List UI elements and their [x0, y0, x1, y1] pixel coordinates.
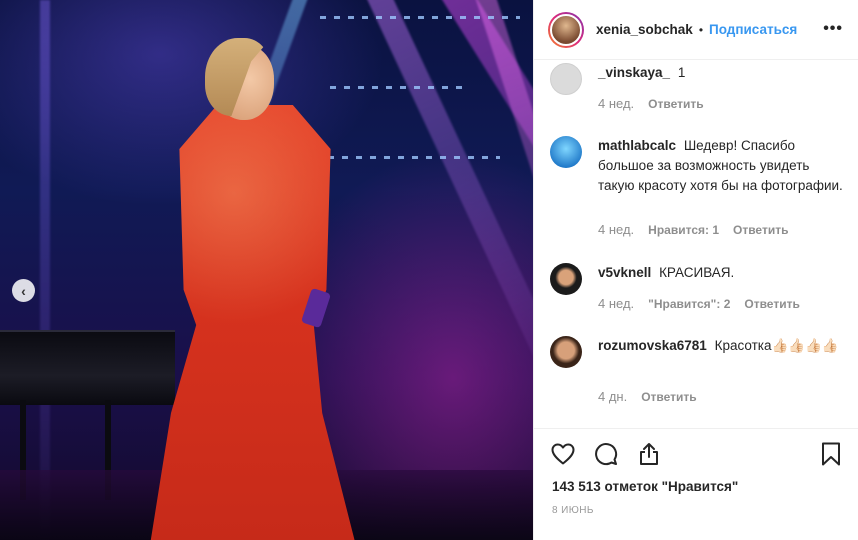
follow-button[interactable]: Подписаться: [709, 22, 797, 37]
comment-text: 1: [677, 65, 686, 80]
comment-text-block: v5vknell КРАСИВАЯ.: [598, 263, 848, 283]
comment-likes-count[interactable]: "Нравится": 2: [648, 297, 730, 311]
bookmark-icon[interactable]: [818, 441, 844, 467]
post-side-panel: xenia_sobchak • Подписаться ••• _vinskay…: [533, 0, 858, 540]
carousel-prev-button[interactable]: ‹: [12, 279, 35, 302]
author-avatar-image: [550, 13, 582, 46]
comment-username[interactable]: _vinskaya_: [598, 65, 670, 80]
stage-lights-row: [330, 86, 470, 89]
comment-username[interactable]: mathlabcalc: [598, 138, 676, 153]
stage-light-beam: [40, 0, 50, 540]
post-photo[interactable]: ‹: [0, 0, 533, 540]
commenter-avatar[interactable]: [550, 336, 582, 368]
post-date[interactable]: 8 ИЮНЬ: [552, 505, 594, 516]
comment-text: КРАСИВАЯ.: [659, 265, 735, 280]
comments-list[interactable]: _vinskaya_ 1 4 нед. Ответить mathlabcalc…: [534, 60, 858, 428]
more-options-icon[interactable]: •••: [823, 20, 843, 38]
comment-bubble-icon[interactable]: [593, 441, 619, 467]
author-avatar[interactable]: [548, 11, 584, 48]
post-actions: 143 513 отметок "Нравится" 8 ИЮНЬ: [534, 428, 858, 540]
post-header: xenia_sobchak • Подписаться •••: [534, 0, 858, 60]
comment-meta: 4 дн. Ответить: [598, 389, 697, 404]
piano: [0, 330, 175, 405]
share-icon[interactable]: [636, 441, 662, 467]
like-heart-icon[interactable]: [550, 441, 576, 467]
comment-meta: 4 нед. "Нравится": 2 Ответить: [598, 296, 800, 311]
stage-lights-row: [320, 16, 520, 19]
comment-meta: 4 нед. Нравится: 1 Ответить: [598, 222, 788, 237]
reply-button[interactable]: Ответить: [744, 297, 799, 311]
comment-time[interactable]: 4 нед.: [598, 222, 634, 237]
chevron-left-icon: ‹: [21, 282, 26, 299]
reply-button[interactable]: Ответить: [733, 223, 788, 237]
comment-username[interactable]: rozumovska6781: [598, 338, 707, 353]
comment-text-block: _vinskaya_ 1: [598, 63, 848, 83]
comment-time[interactable]: 4 нед.: [598, 296, 634, 311]
commenter-avatar[interactable]: [550, 136, 582, 168]
comment-time[interactable]: 4 дн.: [598, 389, 627, 404]
author-username[interactable]: xenia_sobchak: [596, 22, 693, 37]
likes-count[interactable]: 143 513 отметок "Нравится": [552, 479, 738, 494]
comment-likes-count[interactable]: Нравится: 1: [648, 223, 719, 237]
commenter-avatar[interactable]: [550, 63, 582, 95]
comment-text-block: rozumovska6781 Красотка👍🏻👍🏻👍🏻👍🏻: [598, 336, 848, 356]
reply-button[interactable]: Ответить: [648, 97, 703, 111]
reply-button[interactable]: Ответить: [641, 390, 696, 404]
comment-username[interactable]: v5vknell: [598, 265, 651, 280]
comment-time[interactable]: 4 нед.: [598, 96, 634, 111]
commenter-avatar[interactable]: [550, 263, 582, 295]
comment-meta: 4 нед. Ответить: [598, 96, 704, 111]
header-separator: •: [698, 22, 704, 37]
comment-text: Красотка👍🏻👍🏻👍🏻👍🏻: [714, 338, 839, 353]
comment-text-block: mathlabcalc Шедевр! Спасибо большое за в…: [598, 136, 848, 196]
red-gown: [150, 105, 356, 540]
